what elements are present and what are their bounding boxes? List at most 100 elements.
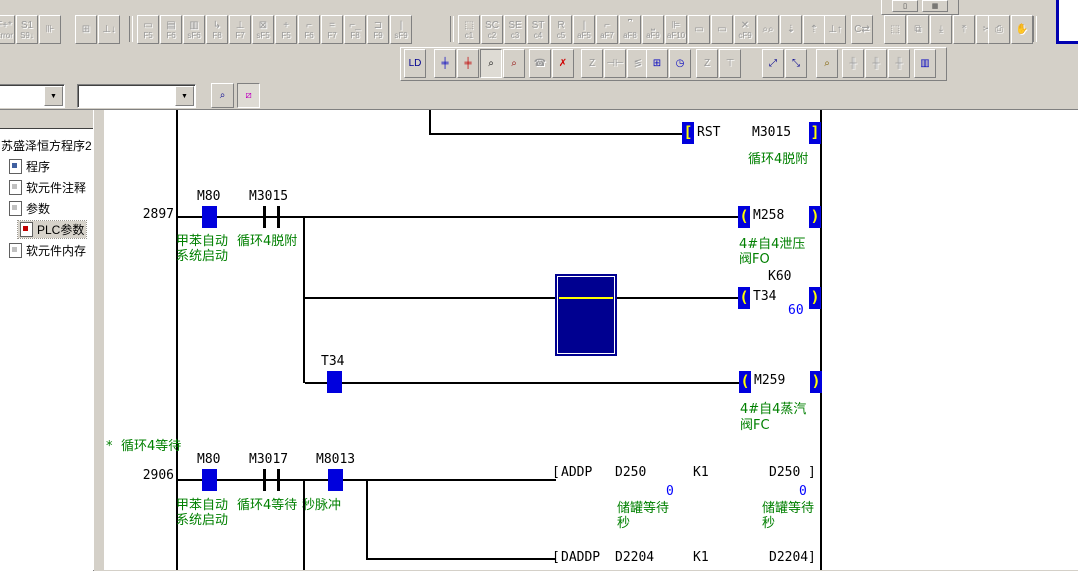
addp-operand-1[interactable]: D250 (615, 466, 646, 480)
chevron-down-icon[interactable]: ▼ (175, 86, 194, 106)
horizontal-line-button-key-label: F7 (327, 31, 336, 40)
contact-label: T34 (321, 355, 344, 369)
coil-t34-open-paren[interactable]: ( (738, 287, 750, 309)
contact-m80-energized[interactable] (202, 469, 217, 491)
parallel-open-contact-button-key-label: sF5 (256, 31, 269, 40)
window-grid-icon: ⊞ (82, 24, 90, 35)
mini-page-button[interactable]: ▯ (892, 0, 918, 12)
project-tree: 苏盛泽恒方程序2程序软元件注释参数 PLC参数软元件内存 (0, 128, 94, 571)
step-execution-icon: S1 (21, 20, 33, 31)
program-tree-button: ⊪ (39, 15, 61, 44)
find-button: ⌕⌕ (757, 15, 779, 44)
ladder-conversion-button[interactable]: LD (404, 49, 426, 78)
window-zoom-out-button[interactable]: ⤡ (785, 49, 807, 78)
device-comment: 循环4脱附 (237, 235, 297, 249)
addp-operand-2[interactable]: K1 (693, 466, 709, 480)
coil-m258-open-paren[interactable]: ( (738, 206, 750, 228)
tree-item-device-memory[interactable]: 软元件内存 (0, 240, 93, 261)
telephone-line-button: ☎ (529, 49, 551, 78)
coil-m258-close-paren[interactable]: ) (809, 206, 821, 228)
daddp-mnemonic[interactable]: DADDP (561, 551, 600, 565)
toolbar-row-1: F+*ErrorS1S9↓⊪⊞⊥↓▭F5▤F6▥sF6↳F8⊥F7⊠sF5+F5… (0, 15, 1078, 45)
toolbar-separator (129, 16, 133, 42)
project-data-list-icon: ⧄ (245, 90, 251, 101)
program-tree-icon: ⊪ (46, 24, 55, 35)
addp-mnemonic[interactable]: ADDP (561, 466, 592, 480)
monitor-condition-1-icon: ╫ (849, 58, 856, 69)
project-data-list-button[interactable]: ⧄ (237, 83, 260, 108)
zoom-edit-button[interactable]: ⌕ (503, 49, 525, 78)
corner-af8-button-key-label: aF8 (623, 31, 637, 40)
addp-operand-3[interactable]: D250 (769, 466, 800, 480)
corner-af10-button-key-label: aF10 (667, 31, 685, 40)
step-line-icon: ⌐_ (349, 20, 360, 31)
timer-preset: K60 (768, 270, 791, 284)
box-se-button: SEc3 (504, 15, 526, 44)
coil-m259-close-paren[interactable]: ) (810, 371, 822, 393)
find-document-button[interactable]: ⌕ (211, 83, 234, 108)
contact-m3015-open[interactable] (263, 206, 266, 228)
contact-t34-energized[interactable] (327, 371, 342, 393)
timer-current-value: 60 (788, 304, 804, 318)
coil-t34-close-paren[interactable]: ) (809, 287, 821, 309)
coil-label[interactable]: T34 (753, 290, 776, 304)
rst-open-bracket[interactable]: [ (682, 122, 694, 144)
daddp-operand-3[interactable]: D2204 (769, 551, 808, 565)
contact-label: M3017 (249, 453, 288, 467)
addp-close-bracket[interactable]: ] (808, 466, 816, 480)
tree-item-device-comment[interactable]: 软元件注释 (0, 177, 93, 198)
rst-close-bracket[interactable]: ] (809, 122, 821, 144)
horizontal-line-icon: = (329, 20, 335, 31)
contact-m80-energized[interactable] (202, 206, 217, 228)
addp-open-bracket[interactable]: [ (552, 466, 560, 480)
rst-operand[interactable]: M3015 (752, 126, 791, 140)
device-combo-box[interactable]: ▼ (0, 84, 65, 108)
parallel-closed-contact-button-key-label: sF6 (187, 31, 200, 40)
clock-setting-button[interactable]: ◷ (669, 49, 691, 78)
chevron-down-icon[interactable]: ▼ (44, 86, 63, 106)
find-previous-icon: ⇡ (810, 24, 818, 35)
tree-item-parameter-label: 参数 (26, 200, 50, 217)
daddp-operand-2[interactable]: K1 (693, 551, 709, 565)
network-parameter-button[interactable]: ⊞ (646, 49, 668, 78)
tree-root[interactable]: 苏盛泽恒方程序2 (0, 135, 93, 156)
parallel-open-contact-icon: ⊠ (259, 20, 267, 31)
wire (366, 479, 368, 560)
tree-item-program[interactable]: 程序 (0, 156, 93, 177)
statement-edit-button[interactable]: ╪ (457, 49, 479, 78)
daddp-open-bracket[interactable]: [ (552, 551, 560, 565)
coil-m259-open-paren[interactable]: ( (739, 371, 751, 393)
coil-label[interactable]: M259 (754, 374, 785, 388)
daddp-operand-1[interactable]: D2204 (615, 551, 654, 565)
mini-tools-button[interactable]: ▦ (922, 0, 948, 12)
comment-tree-button[interactable]: ╪ (434, 49, 456, 78)
wire (366, 558, 556, 560)
replace-icon: C⇄ (854, 24, 870, 35)
comment-zoom-button[interactable]: ⌕ (816, 49, 838, 78)
corner-line-button: ⌐F6 (298, 15, 320, 44)
coil-label[interactable]: M258 (753, 209, 784, 223)
corner-af10-icon: ⊫ (672, 20, 681, 31)
document-icon (20, 222, 33, 237)
contact-m3015-open[interactable] (277, 206, 280, 228)
daddp-close-bracket[interactable]: ] (808, 551, 816, 565)
tree-item-plc-parameter[interactable]: PLC参数 (0, 219, 93, 240)
window-zoom-in-button[interactable]: ⤢ (762, 49, 784, 78)
tree-item-parameter[interactable]: 参数 (0, 198, 93, 219)
monitor-stop-button[interactable]: ✗ (552, 49, 574, 78)
zoom-monitor-button[interactable]: ⌕ (480, 49, 502, 78)
find-next-button: ⇣ (780, 15, 802, 44)
find-device-combo-box[interactable]: ▼ (77, 84, 196, 108)
step-execution-button-key-label: S9↓ (20, 31, 34, 40)
contact-m3017-open[interactable] (263, 469, 266, 491)
contact-m3017-open[interactable] (277, 469, 280, 491)
device-test-z-icon: Z (589, 58, 595, 69)
rst-instruction[interactable]: RST (697, 126, 720, 140)
editor-cursor-cell[interactable] (555, 274, 617, 356)
parallel-closed-contact-button: ▥sF6 (183, 15, 205, 44)
contact-m8013-energized[interactable] (328, 469, 343, 491)
monitor-bar-button[interactable]: ▥ (914, 49, 936, 78)
device-comment: 系统启动 (176, 514, 228, 528)
step-number: 2906 (134, 468, 174, 483)
copy-icon: ⧉ (914, 24, 921, 35)
